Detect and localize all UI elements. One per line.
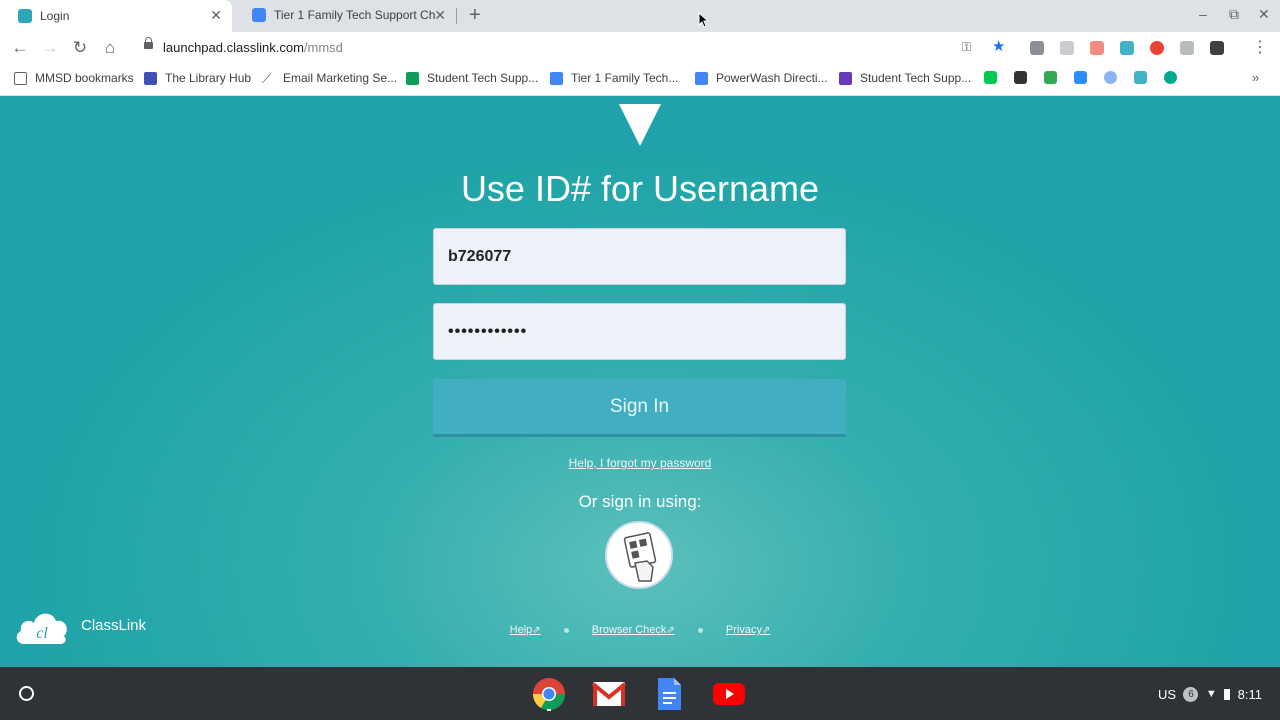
external-link-icon: ⇗ — [532, 625, 541, 636]
external-link-icon: ⇗ — [761, 625, 771, 636]
close-window-icon[interactable]: ✕ — [1258, 6, 1270, 23]
tab-title: Login — [40, 9, 70, 23]
bookmark-star-icon[interactable]: ★ — [992, 37, 1006, 55]
key-icon[interactable]: ⚿ — [962, 40, 976, 54]
sites-icon — [144, 71, 157, 85]
login-page: Use ID# for Username Sign In Help, I for… — [0, 96, 1280, 667]
help-link[interactable]: Help⇗ — [510, 624, 541, 636]
tab-title: Tier 1 Family Tech Support Checklist — [274, 8, 436, 22]
folder-icon — [14, 71, 27, 85]
sign-in-button[interactable]: Sign In — [433, 379, 846, 437]
separator-dot — [563, 627, 569, 633]
forgot-password-link[interactable]: Help, I forgot my password — [0, 456, 1280, 470]
launcher-icon[interactable] — [19, 686, 34, 701]
url-text: launchpad.classlink.com/mmsd — [163, 40, 343, 55]
clock-label: 8:11 — [1237, 686, 1262, 702]
privacy-link[interactable]: Privacy⇗ — [726, 624, 770, 636]
quickcard-signin-button[interactable] — [605, 521, 673, 589]
tab-separator — [456, 8, 457, 24]
tab-login[interactable]: Login ✕ — [0, 0, 232, 32]
username-input[interactable] — [433, 228, 846, 285]
mouse-cursor-icon — [698, 12, 708, 28]
notification-count-badge: 6 — [1183, 686, 1199, 702]
classlink-favicon-icon — [18, 9, 32, 23]
tab-tier1-checklist[interactable]: Tier 1 Family Tech Support Checklist ✕ — [234, 0, 456, 30]
bookmark-tier1-family[interactable]: Tier 1 Family Tech... — [550, 71, 678, 85]
bookmark-email-marketing[interactable]: ⟋ Email Marketing Se... — [262, 71, 397, 85]
battery-icon — [1224, 688, 1231, 700]
district-logo-icon — [619, 104, 661, 146]
bookmark-student-tech-1[interactable]: Student Tech Supp... — [406, 71, 538, 85]
bookmark-mmsd[interactable]: MMSD bookmarks — [14, 71, 134, 85]
separator-dot — [697, 627, 703, 633]
classlink-brand-label: ClassLink — [81, 617, 147, 634]
shelf: US 6 ▼ 8:11 — [0, 667, 1280, 720]
bookmark-app-6-icon[interactable] — [1134, 71, 1147, 84]
qr-card-icon — [623, 532, 657, 582]
extension-5-icon[interactable] — [1150, 41, 1164, 55]
bookmark-app-3-icon[interactable] — [1044, 71, 1057, 84]
extension-2-icon[interactable] — [1060, 41, 1074, 55]
home-icon[interactable]: ⌂ — [99, 37, 121, 59]
classlink-cloud-logo-icon: cl — [16, 613, 67, 644]
bookmark-app-7-icon[interactable] — [1164, 71, 1177, 84]
youtube-app-icon[interactable] — [711, 677, 747, 711]
menu-icon[interactable]: ⋮ — [1249, 37, 1271, 59]
reload-icon[interactable]: ↻ — [69, 37, 91, 59]
bookmark-app-2-icon[interactable] — [1014, 71, 1027, 84]
extension-1-icon[interactable] — [1030, 41, 1044, 55]
forms-icon — [839, 71, 852, 85]
restore-icon[interactable]: ⧉ — [1229, 6, 1239, 23]
tab-strip: Login ✕ Tier 1 Family Tech Support Check… — [0, 0, 1280, 32]
footer-links: Help⇗ Browser Check⇗ Privacy⇗ — [0, 624, 1280, 636]
close-tab-icon[interactable]: ✕ — [434, 8, 446, 22]
input-method-label: US — [1158, 686, 1177, 702]
google-docs-app-icon[interactable] — [651, 677, 687, 711]
feather-icon: ⟋ — [262, 70, 272, 86]
docs-favicon-icon — [252, 8, 266, 22]
close-tab-icon[interactable]: ✕ — [210, 8, 222, 22]
zoom-icon[interactable] — [1074, 71, 1087, 84]
svg-text:cl: cl — [36, 625, 48, 642]
external-link-icon: ⇗ — [666, 625, 675, 636]
lock-icon — [144, 37, 153, 49]
extension-7-icon[interactable] — [1210, 41, 1224, 55]
or-sign-in-label: Or sign in using: — [578, 492, 702, 511]
docs-icon — [550, 71, 563, 85]
forward-icon[interactable]: → — [39, 37, 61, 59]
bookmarks-overflow-icon[interactable]: » — [1252, 70, 1265, 85]
address-bar[interactable]: launchpad.classlink.com/mmsd — [132, 35, 1017, 61]
new-tab-icon[interactable]: + — [469, 5, 481, 25]
browser-check-link[interactable]: Browser Check⇗ — [592, 624, 675, 636]
wifi-icon: ▼ — [1205, 688, 1217, 700]
extension-6-icon[interactable] — [1180, 41, 1194, 55]
bookmarks-bar: MMSD bookmarks The Library Hub ⟋ Email M… — [0, 64, 1280, 96]
bookmark-library-hub[interactable]: The Library Hub — [144, 71, 251, 85]
login-heading: Use ID# for Username — [460, 168, 820, 209]
bookmark-powerwash[interactable]: PowerWash Directi... — [695, 71, 828, 85]
docs-icon — [695, 71, 708, 85]
chrome-app-icon[interactable] — [531, 677, 567, 711]
toolbar: ← → ↻ ⌂ launchpad.classlink.com/mmsd ⚿ ★… — [0, 32, 1280, 64]
back-icon[interactable]: ← — [9, 37, 31, 59]
gmail-app-icon[interactable] — [591, 677, 627, 711]
bookmark-app-5-icon[interactable] — [1104, 71, 1117, 84]
password-input[interactable] — [433, 303, 846, 360]
status-tray[interactable]: US 6 ▼ 8:11 — [1138, 677, 1280, 711]
bookmark-app-1-icon[interactable] — [984, 71, 997, 84]
sheets-icon — [406, 71, 419, 85]
extension-3-icon[interactable] — [1090, 41, 1104, 55]
bookmark-student-tech-2[interactable]: Student Tech Supp... — [839, 71, 971, 85]
minimize-icon[interactable]: – — [1199, 6, 1207, 22]
classlink-extension-icon[interactable] — [1120, 41, 1134, 55]
